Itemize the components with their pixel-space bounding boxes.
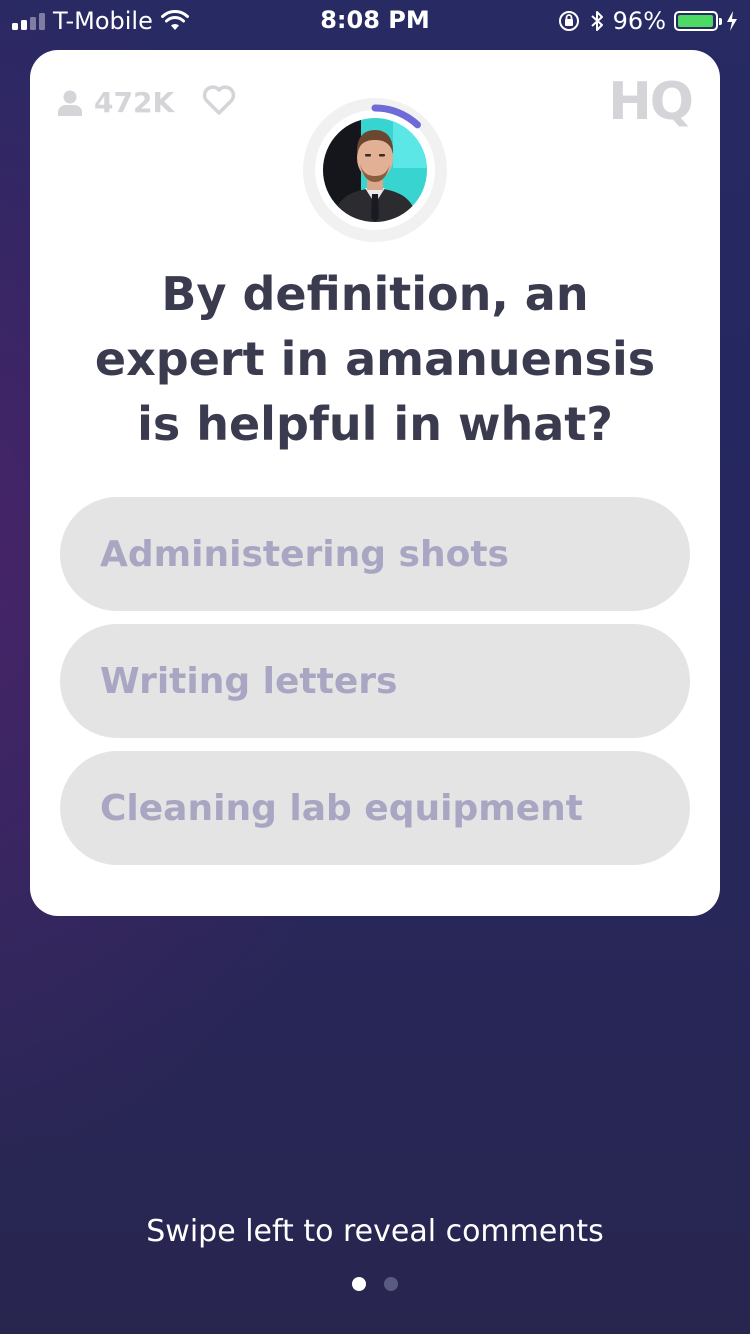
battery-icon [674,11,722,31]
status-bar: T-Mobile 8:08 PM 96% [0,0,750,40]
answer-option-label: Writing letters [100,660,398,702]
host-avatar [323,118,427,222]
heart-icon[interactable] [202,84,236,116]
viewer-count-label: 472K [94,86,175,119]
user-icon [58,90,82,116]
answer-option-3[interactable]: Cleaning lab equipment [60,751,690,865]
question-card: 472K HQ By definition, an expert in aman… [30,50,720,916]
swipe-hint: Swipe left to reveal comments [146,1214,604,1249]
bluetooth-icon [590,11,603,31]
viewer-count: 472K [58,86,174,119]
page-dot-2[interactable] [384,1277,398,1291]
question-text: By definition, an expert in amanuensis i… [94,267,656,451]
status-bar-right: 96% [557,7,738,35]
page-indicator[interactable] [0,1277,750,1291]
answer-option-label: Cleaning lab equipment [100,787,583,829]
answer-option-2[interactable]: Writing letters [60,624,690,738]
charging-icon [727,11,737,31]
answer-option-1[interactable]: Administering shots [60,497,690,611]
hq-logo: HQ [608,72,694,132]
battery-percent: 96% [612,7,666,35]
battery-level [678,15,713,27]
page-dot-1[interactable] [352,1277,366,1291]
orientation-lock-icon [558,11,579,31]
answer-option-label: Administering shots [100,533,509,575]
countdown-timer [303,98,447,242]
